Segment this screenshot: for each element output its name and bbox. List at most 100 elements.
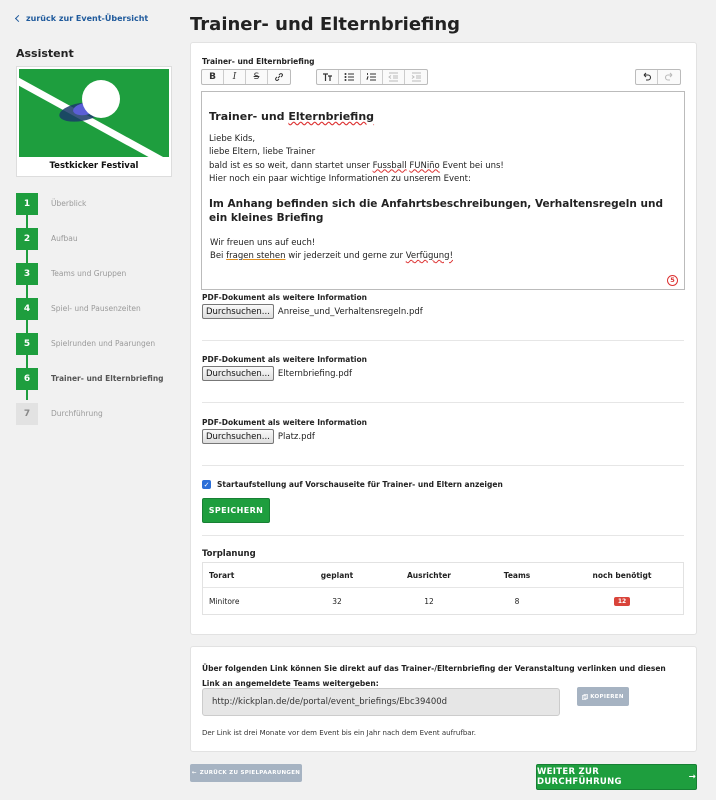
file-name: Anreise_und_Verhaltensregeln.pdf bbox=[277, 306, 423, 317]
editor-heading: Trainer- und Elternbriefing bbox=[209, 110, 375, 123]
back-to-events-link[interactable]: zurück zur Event-Übersicht bbox=[14, 14, 149, 23]
copy-icon bbox=[582, 693, 589, 700]
file-input[interactable]: Durchsuchen... Anreise_und_Verhaltensreg… bbox=[202, 304, 423, 319]
event-name: Testkicker Festival bbox=[49, 161, 139, 171]
bold-icon[interactable]: B bbox=[202, 70, 224, 84]
missing-count-badge: 12 bbox=[613, 597, 631, 606]
column-header: geplant bbox=[320, 570, 354, 580]
attachment-label: PDF-Dokument als weitere Information bbox=[202, 293, 367, 302]
step-overview[interactable]: 1 Überblick bbox=[16, 186, 176, 221]
table-cell: 12 bbox=[424, 596, 434, 606]
divider bbox=[202, 340, 684, 341]
editor-label: Trainer- und Elternbriefing bbox=[202, 57, 315, 66]
table-row: Minitore 32 12 8 12 bbox=[203, 588, 683, 614]
rich-text-editor[interactable]: Trainer- und Elternbriefing Liebe Kids, … bbox=[201, 91, 685, 290]
share-link-url: http://kickplan.de/de/portal/event_brief… bbox=[212, 697, 448, 707]
outdent-icon[interactable] bbox=[383, 70, 405, 84]
file-name: Platz.pdf bbox=[277, 431, 315, 442]
back-link-label: zurück zur Event-Übersicht bbox=[26, 14, 149, 23]
checkbox-label: Startaufstellung auf Vorschauseite für T… bbox=[217, 480, 503, 489]
save-button[interactable]: SPEICHERN bbox=[202, 498, 270, 523]
step-rounds-pairings[interactable]: 5 Spielrunden und Paarungen bbox=[16, 326, 176, 361]
file-name: Elternbriefing.pdf bbox=[277, 368, 353, 379]
attachment-label: PDF-Dokument als weitere Information bbox=[202, 355, 367, 364]
goal-planning-table: Torart geplant Ausrichter Teams noch ben… bbox=[202, 562, 684, 615]
step-label: Spielrunden und Paarungen bbox=[51, 339, 156, 348]
browse-button[interactable]: Durchsuchen... bbox=[202, 429, 274, 444]
table-header-row: Torart geplant Ausrichter Teams noch ben… bbox=[203, 563, 683, 588]
wizard-steps: 1 Überblick 2 Aufbau 3 Teams und Gruppen… bbox=[16, 186, 176, 431]
indent-icon[interactable] bbox=[405, 70, 427, 84]
editor-subheading: Im Anhang befinden sich die Anfahrtsbesc… bbox=[209, 197, 663, 224]
step-setup[interactable]: 2 Aufbau bbox=[16, 221, 176, 256]
table-cell: 32 bbox=[332, 596, 342, 606]
column-header: noch benötigt bbox=[592, 570, 652, 580]
divider bbox=[202, 465, 684, 466]
arrow-left-icon: ← bbox=[191, 770, 197, 776]
strikethrough-icon[interactable]: S bbox=[246, 70, 268, 84]
next-button-label: WEITER ZUR DURCHFÜHRUNG bbox=[537, 767, 622, 787]
step-number: 2 bbox=[16, 227, 38, 250]
editor-line: bald ist es so weit, dann startet unser … bbox=[209, 160, 504, 171]
file-input[interactable]: Durchsuchen... Elternbriefing.pdf bbox=[202, 366, 352, 381]
format-toolbar: B I S bbox=[201, 69, 291, 85]
step-number: 5 bbox=[16, 332, 38, 355]
step-game-times[interactable]: 4 Spiel- und Pausenzeiten bbox=[16, 291, 176, 326]
divider bbox=[202, 402, 684, 403]
step-label: Durchführung bbox=[51, 409, 103, 418]
editor-line: Liebe Kids, bbox=[209, 133, 256, 144]
table-cell: Minitore bbox=[209, 596, 240, 606]
back-button-label: ZURÜCK ZU SPIELPAARUNGEN bbox=[199, 770, 301, 776]
column-header: Teams bbox=[503, 570, 531, 580]
editor-line: Bei fragen stehen wir jederzeit und gern… bbox=[210, 251, 453, 261]
column-header: Ausrichter bbox=[406, 570, 452, 580]
back-to-pairings-button[interactable]: ← ZURÜCK ZU SPIELPAARUNGEN bbox=[190, 764, 302, 782]
link-icon[interactable] bbox=[268, 70, 290, 84]
step-number: 6 bbox=[16, 367, 38, 390]
attachment-label: PDF-Dokument als weitere Information bbox=[202, 418, 367, 427]
italic-icon[interactable]: I bbox=[224, 70, 246, 84]
step-label: Trainer- und Elternbriefing bbox=[51, 374, 164, 383]
step-execution[interactable]: 7 Durchführung bbox=[16, 396, 176, 431]
spellcheck-counter-badge[interactable]: 5 bbox=[667, 275, 678, 286]
numbered-list-icon[interactable] bbox=[361, 70, 383, 84]
column-header: Torart bbox=[209, 570, 235, 580]
page-title: Trainer- und Elternbriefing bbox=[190, 14, 461, 35]
step-number: 4 bbox=[16, 297, 38, 320]
step-label: Überblick bbox=[51, 199, 87, 208]
table-cell: 8 bbox=[514, 596, 520, 606]
share-link-field[interactable]: http://kickplan.de/de/portal/event_brief… bbox=[202, 688, 560, 716]
browse-button[interactable]: Durchsuchen... bbox=[202, 304, 274, 319]
lineup-preview-option: ✓ Startaufstellung auf Vorschauseite für… bbox=[202, 480, 503, 489]
history-toolbar bbox=[635, 69, 681, 85]
event-image bbox=[19, 69, 169, 157]
redo-icon[interactable] bbox=[658, 70, 680, 84]
share-link-note: Der Link ist drei Monate vor dem Event b… bbox=[202, 729, 477, 737]
step-number: 1 bbox=[16, 192, 38, 215]
continue-to-execution-button[interactable]: WEITER ZUR DURCHFÜHRUNG → bbox=[536, 764, 697, 790]
step-briefing[interactable]: 6 Trainer- und Elternbriefing bbox=[16, 361, 176, 396]
step-teams-groups[interactable]: 3 Teams und Gruppen bbox=[16, 256, 176, 291]
bullet-list-icon[interactable] bbox=[339, 70, 361, 84]
editor-line: liebe Eltern, liebe Trainer bbox=[209, 147, 316, 157]
sidebar-heading: Assistent bbox=[16, 47, 74, 60]
block-toolbar bbox=[316, 69, 428, 85]
undo-icon[interactable] bbox=[636, 70, 658, 84]
chevron-left-icon bbox=[14, 14, 23, 23]
step-label: Aufbau bbox=[51, 234, 78, 243]
lineup-preview-checkbox[interactable]: ✓ bbox=[202, 480, 211, 489]
editor-line: Wir freuen uns auf euch! bbox=[210, 237, 316, 248]
copy-button[interactable]: KOPIEREN bbox=[577, 687, 629, 706]
browse-button[interactable]: Durchsuchen... bbox=[202, 366, 274, 381]
copy-button-label: KOPIEREN bbox=[590, 693, 624, 700]
step-number: 7 bbox=[16, 402, 38, 425]
step-number: 3 bbox=[16, 262, 38, 285]
event-card[interactable]: Testkicker Festival bbox=[16, 66, 172, 177]
divider bbox=[202, 535, 684, 536]
text-size-icon[interactable] bbox=[317, 70, 339, 84]
step-label: Spiel- und Pausenzeiten bbox=[51, 304, 141, 313]
goal-planning-heading: Torplanung bbox=[202, 549, 256, 559]
arrow-right-icon: → bbox=[688, 772, 696, 782]
table-cell: 12 bbox=[561, 596, 683, 606]
file-input[interactable]: Durchsuchen... Platz.pdf bbox=[202, 429, 315, 444]
